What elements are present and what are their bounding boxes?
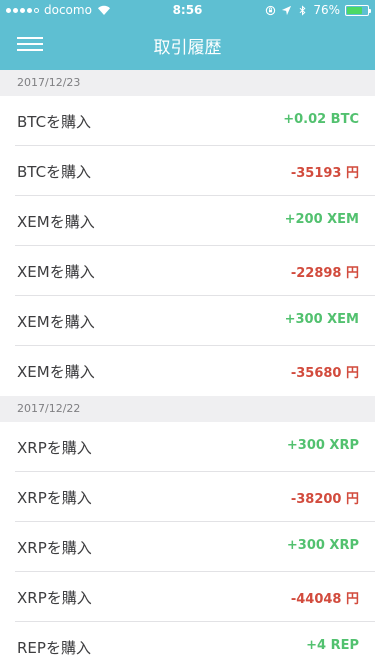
transaction-label: XEMを購入: [17, 363, 95, 381]
transaction-amount: -35680 円: [290, 366, 359, 381]
status-bar: docomo 8:56 76%: [0, 0, 375, 20]
orientation-lock-icon: [266, 5, 276, 15]
location-icon: [282, 5, 292, 15]
transaction-row[interactable]: XEMを購入 +200 XEM: [0, 196, 375, 246]
transaction-row[interactable]: XRPを購入 +300 XRP: [0, 522, 375, 572]
transaction-row[interactable]: XRPを購入 +300 XRP: [0, 422, 375, 472]
transaction-row[interactable]: XEMを購入 +300 XEM: [0, 296, 375, 346]
app-screen: docomo 8:56 76% 取引履歴 2017/12/23 BTCを購入 +…: [0, 0, 375, 667]
transaction-label: XRPを購入: [17, 489, 92, 507]
battery-percent: 76%: [313, 3, 340, 17]
transaction-amount: -22898 円: [290, 266, 359, 281]
transaction-row[interactable]: XRPを購入 -44048 円: [0, 572, 375, 622]
transaction-list[interactable]: 2017/12/23 BTCを購入 +0.02 BTC BTCを購入 -35193 円 X…: [0, 70, 375, 667]
page-title: 取引履歴: [153, 38, 222, 58]
nav-bar: 取引履歴: [0, 20, 375, 70]
transaction-row[interactable]: XRPを購入 -38200 円: [0, 472, 375, 522]
battery-icon: [345, 4, 371, 16]
transaction-label: BTCを購入: [17, 113, 92, 131]
transaction-label: XEMを購入: [17, 313, 95, 331]
transaction-row[interactable]: REPを購入 +4 REP: [0, 622, 375, 667]
transaction-amount: +4 REP: [306, 638, 359, 653]
transaction-label: BTCを購入: [17, 163, 92, 181]
transaction-label: XEMを購入: [17, 263, 95, 281]
transaction-amount: +300 XEM: [284, 312, 359, 327]
top-bar: docomo 8:56 76% 取引履歴: [0, 0, 375, 70]
transaction-amount: -38200 円: [290, 492, 359, 507]
transaction-row[interactable]: BTCを購入 -35193 円: [0, 146, 375, 196]
transaction-row[interactable]: BTCを購入 +0.02 BTC: [0, 96, 375, 146]
transaction-amount: +300 XRP: [286, 438, 359, 453]
transaction-row[interactable]: XEMを購入 -35680 円: [0, 346, 375, 396]
status-right: 76%: [265, 3, 371, 17]
section-date-header: 2017/12/23: [0, 70, 375, 96]
transaction-amount: -44048 円: [290, 592, 359, 607]
bluetooth-icon: [299, 4, 306, 16]
transaction-amount: +0.02 BTC: [283, 112, 359, 127]
transaction-label: XRPを購入: [17, 539, 92, 557]
transaction-label: XEMを購入: [17, 213, 95, 231]
transaction-amount: -35193 円: [290, 166, 359, 181]
transaction-label: XRPを購入: [17, 439, 92, 457]
transaction-label: REPを購入: [17, 639, 91, 657]
transaction-amount: +300 XRP: [286, 538, 359, 553]
transaction-row[interactable]: XEMを購入 -22898 円: [0, 246, 375, 296]
transaction-label: XRPを購入: [17, 589, 92, 607]
section-date-header: 2017/12/22: [0, 396, 375, 422]
transaction-amount: +200 XEM: [284, 212, 359, 227]
